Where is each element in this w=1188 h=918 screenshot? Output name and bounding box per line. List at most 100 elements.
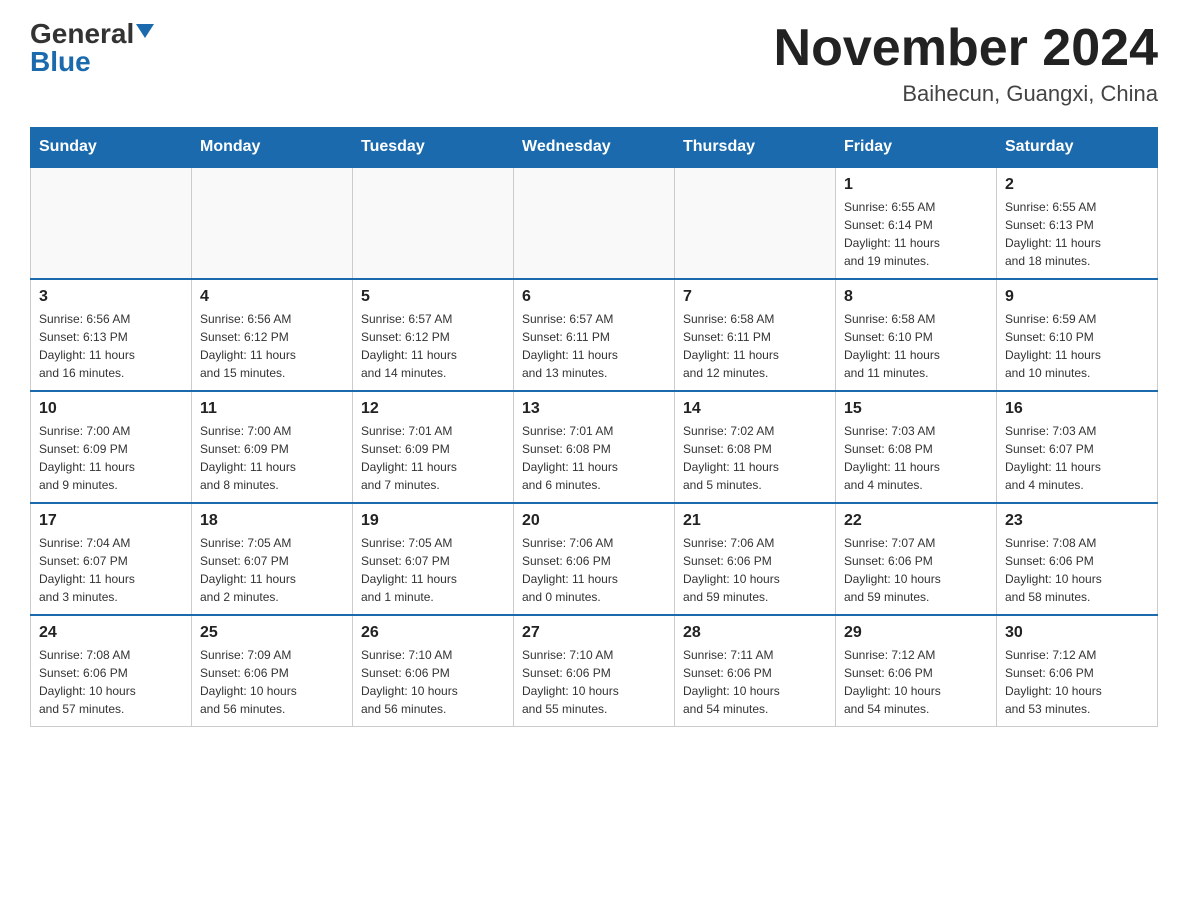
day-info: Sunrise: 7:10 AMSunset: 6:06 PMDaylight:… <box>522 646 666 718</box>
day-info: Sunrise: 6:57 AMSunset: 6:11 PMDaylight:… <box>522 310 666 382</box>
day-number: 21 <box>683 512 827 530</box>
calendar-week-row: 10 Sunrise: 7:00 AMSunset: 6:09 PMDayligh… <box>31 391 1158 503</box>
day-number: 23 <box>1005 512 1149 530</box>
day-info: Sunrise: 7:12 AMSunset: 6:06 PMDaylight:… <box>1005 646 1149 718</box>
weekday-header-monday: Monday <box>192 128 353 168</box>
day-number: 17 <box>39 512 183 530</box>
day-number: 16 <box>1005 400 1149 418</box>
calendar-cell: 2 Sunrise: 6:55 AMSunset: 6:13 PMDaylight… <box>997 167 1158 279</box>
calendar-cell: 26 Sunrise: 7:10 AMSunset: 6:06 PMDayligh… <box>353 615 514 727</box>
calendar-cell: 23 Sunrise: 7:08 AMSunset: 6:06 PMDayligh… <box>997 503 1158 615</box>
day-info: Sunrise: 6:57 AMSunset: 6:12 PMDaylight:… <box>361 310 505 382</box>
calendar-cell <box>514 167 675 279</box>
day-info: Sunrise: 7:03 AMSunset: 6:08 PMDaylight:… <box>844 422 988 494</box>
day-info: Sunrise: 6:55 AMSunset: 6:13 PMDaylight:… <box>1005 198 1149 270</box>
day-number: 14 <box>683 400 827 418</box>
calendar-subtitle: Baihecun, Guangxi, China <box>774 81 1158 107</box>
calendar-cell: 15 Sunrise: 7:03 AMSunset: 6:08 PMDayligh… <box>836 391 997 503</box>
calendar-cell: 14 Sunrise: 7:02 AMSunset: 6:08 PMDayligh… <box>675 391 836 503</box>
day-info: Sunrise: 6:56 AMSunset: 6:12 PMDaylight:… <box>200 310 344 382</box>
day-number: 10 <box>39 400 183 418</box>
day-number: 3 <box>39 288 183 306</box>
day-number: 12 <box>361 400 505 418</box>
calendar-cell: 10 Sunrise: 7:00 AMSunset: 6:09 PMDayligh… <box>31 391 192 503</box>
day-number: 18 <box>200 512 344 530</box>
day-info: Sunrise: 7:06 AMSunset: 6:06 PMDaylight:… <box>683 534 827 606</box>
calendar-cell: 13Sunrise: 7:01 AMSunset: 6:08 PMDayligh… <box>514 391 675 503</box>
calendar-cell: 9Sunrise: 6:59 AMSunset: 6:10 PMDaylight… <box>997 279 1158 391</box>
day-info: Sunrise: 6:58 AMSunset: 6:11 PMDaylight:… <box>683 310 827 382</box>
day-info: Sunrise: 6:56 AMSunset: 6:13 PMDaylight:… <box>39 310 183 382</box>
day-number: 5 <box>361 288 505 306</box>
calendar-cell: 22 Sunrise: 7:07 AMSunset: 6:06 PMDayligh… <box>836 503 997 615</box>
calendar-cell: 1 Sunrise: 6:55 AMSunset: 6:14 PMDaylight… <box>836 167 997 279</box>
day-info: Sunrise: 7:00 AMSunset: 6:09 PMDaylight:… <box>39 422 183 494</box>
calendar-header: SundayMondayTuesdayWednesdayThursdayFrid… <box>31 128 1158 168</box>
calendar-cell: 25Sunrise: 7:09 AMSunset: 6:06 PMDayligh… <box>192 615 353 727</box>
calendar-cell: 12 Sunrise: 7:01 AMSunset: 6:09 PMDayligh… <box>353 391 514 503</box>
day-number: 9 <box>1005 288 1149 306</box>
calendar-title: November 2024 <box>774 20 1158 77</box>
calendar-cell: 20 Sunrise: 7:06 AMSunset: 6:06 PMDayligh… <box>514 503 675 615</box>
calendar-cell: 24Sunrise: 7:08 AMSunset: 6:06 PMDayligh… <box>31 615 192 727</box>
calendar-cell <box>675 167 836 279</box>
day-info: Sunrise: 6:58 AMSunset: 6:10 PMDaylight:… <box>844 310 988 382</box>
calendar-cell: 5 Sunrise: 6:57 AMSunset: 6:12 PMDaylight… <box>353 279 514 391</box>
day-number: 25 <box>200 624 344 642</box>
day-number: 26 <box>361 624 505 642</box>
day-number: 11 <box>200 400 344 418</box>
calendar-cell: 27Sunrise: 7:10 AMSunset: 6:06 PMDayligh… <box>514 615 675 727</box>
day-info: Sunrise: 7:01 AMSunset: 6:08 PMDaylight:… <box>522 422 666 494</box>
calendar-cell: 17Sunrise: 7:04 AMSunset: 6:07 PMDayligh… <box>31 503 192 615</box>
logo-blue-text: Blue <box>30 48 91 76</box>
day-info: Sunrise: 7:00 AMSunset: 6:09 PMDaylight:… <box>200 422 344 494</box>
day-number: 22 <box>844 512 988 530</box>
day-info: Sunrise: 7:01 AMSunset: 6:09 PMDaylight:… <box>361 422 505 494</box>
day-info: Sunrise: 7:06 AMSunset: 6:06 PMDaylight:… <box>522 534 666 606</box>
day-number: 15 <box>844 400 988 418</box>
day-info: Sunrise: 7:05 AMSunset: 6:07 PMDaylight:… <box>361 534 505 606</box>
day-number: 7 <box>683 288 827 306</box>
day-number: 20 <box>522 512 666 530</box>
page-header: General Blue November 2024 Baihecun, Gua… <box>30 20 1158 107</box>
calendar-cell: 11 Sunrise: 7:00 AMSunset: 6:09 PMDayligh… <box>192 391 353 503</box>
calendar-cell: 18 Sunrise: 7:05 AMSunset: 6:07 PMDayligh… <box>192 503 353 615</box>
day-number: 19 <box>361 512 505 530</box>
day-info: Sunrise: 6:55 AMSunset: 6:14 PMDaylight:… <box>844 198 988 270</box>
logo: General Blue <box>30 20 154 76</box>
day-info: Sunrise: 7:12 AMSunset: 6:06 PMDaylight:… <box>844 646 988 718</box>
calendar-week-row: 3 Sunrise: 6:56 AMSunset: 6:13 PMDaylight… <box>31 279 1158 391</box>
calendar-cell <box>31 167 192 279</box>
weekday-header-thursday: Thursday <box>675 128 836 168</box>
weekday-header-saturday: Saturday <box>997 128 1158 168</box>
calendar-week-row: 1 Sunrise: 6:55 AMSunset: 6:14 PMDaylight… <box>31 167 1158 279</box>
calendar-cell: 21 Sunrise: 7:06 AMSunset: 6:06 PMDayligh… <box>675 503 836 615</box>
calendar-cell: 16Sunrise: 7:03 AMSunset: 6:07 PMDayligh… <box>997 391 1158 503</box>
day-number: 1 <box>844 176 988 194</box>
day-info: Sunrise: 7:07 AMSunset: 6:06 PMDaylight:… <box>844 534 988 606</box>
weekday-header-sunday: Sunday <box>31 128 192 168</box>
calendar-cell: 4 Sunrise: 6:56 AMSunset: 6:12 PMDaylight… <box>192 279 353 391</box>
calendar-cell: 6Sunrise: 6:57 AMSunset: 6:11 PMDaylight… <box>514 279 675 391</box>
title-area: November 2024 Baihecun, Guangxi, China <box>774 20 1158 107</box>
day-info: Sunrise: 7:10 AMSunset: 6:06 PMDaylight:… <box>361 646 505 718</box>
calendar-cell: 19 Sunrise: 7:05 AMSunset: 6:07 PMDayligh… <box>353 503 514 615</box>
calendar-cell: 8Sunrise: 6:58 AMSunset: 6:10 PMDaylight… <box>836 279 997 391</box>
calendar-cell: 3 Sunrise: 6:56 AMSunset: 6:13 PMDaylight… <box>31 279 192 391</box>
day-info: Sunrise: 7:11 AMSunset: 6:06 PMDaylight:… <box>683 646 827 718</box>
day-number: 29 <box>844 624 988 642</box>
day-info: Sunrise: 7:02 AMSunset: 6:08 PMDaylight:… <box>683 422 827 494</box>
calendar-cell: 30 Sunrise: 7:12 AMSunset: 6:06 PMDayligh… <box>997 615 1158 727</box>
calendar-table: SundayMondayTuesdayWednesdayThursdayFrid… <box>30 127 1158 727</box>
calendar-body: 1 Sunrise: 6:55 AMSunset: 6:14 PMDaylight… <box>31 167 1158 727</box>
calendar-week-row: 24Sunrise: 7:08 AMSunset: 6:06 PMDayligh… <box>31 615 1158 727</box>
day-number: 24 <box>39 624 183 642</box>
calendar-cell <box>353 167 514 279</box>
day-info: Sunrise: 7:08 AMSunset: 6:06 PMDaylight:… <box>1005 534 1149 606</box>
day-info: Sunrise: 7:05 AMSunset: 6:07 PMDaylight:… <box>200 534 344 606</box>
calendar-cell: 7 Sunrise: 6:58 AMSunset: 6:11 PMDaylight… <box>675 279 836 391</box>
day-number: 4 <box>200 288 344 306</box>
calendar-week-row: 17Sunrise: 7:04 AMSunset: 6:07 PMDayligh… <box>31 503 1158 615</box>
day-number: 2 <box>1005 176 1149 194</box>
day-number: 30 <box>1005 624 1149 642</box>
